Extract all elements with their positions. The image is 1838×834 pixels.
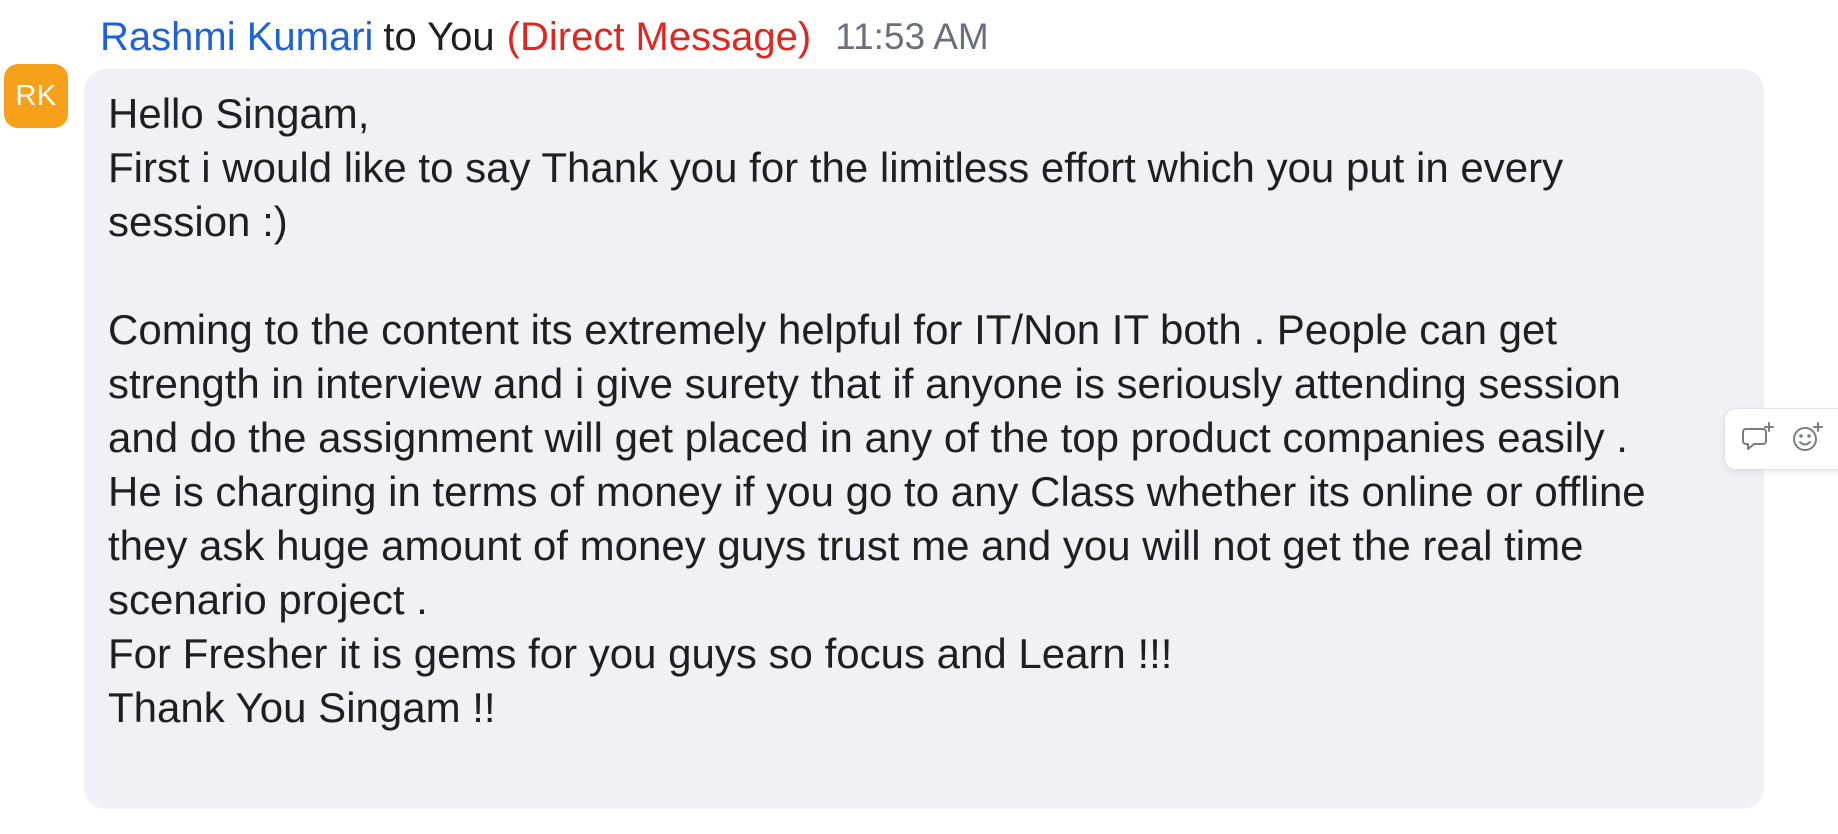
reply-button[interactable]	[1735, 415, 1783, 463]
add-reaction-icon	[1790, 420, 1824, 459]
avatar[interactable]: RK	[4, 64, 68, 128]
sender-name[interactable]: Rashmi Kumari	[100, 15, 373, 60]
message-text: Hello Singam, First i would like to say …	[108, 90, 1646, 731]
message-header: Rashmi Kumari to You (Direct Message) 11…	[100, 12, 989, 62]
message-bubble: Hello Singam, First i would like to say …	[84, 69, 1764, 809]
message-actions	[1724, 408, 1838, 470]
reply-thread-icon	[1742, 420, 1776, 459]
recipient-label: to You	[383, 14, 495, 59]
add-reaction-button[interactable]	[1783, 415, 1831, 463]
direct-message-label: (Direct Message)	[506, 14, 812, 59]
message-timestamp: 11:53 AM	[835, 16, 989, 57]
chat-message: RK Rashmi Kumari to You (Direct Message)…	[0, 0, 1838, 834]
